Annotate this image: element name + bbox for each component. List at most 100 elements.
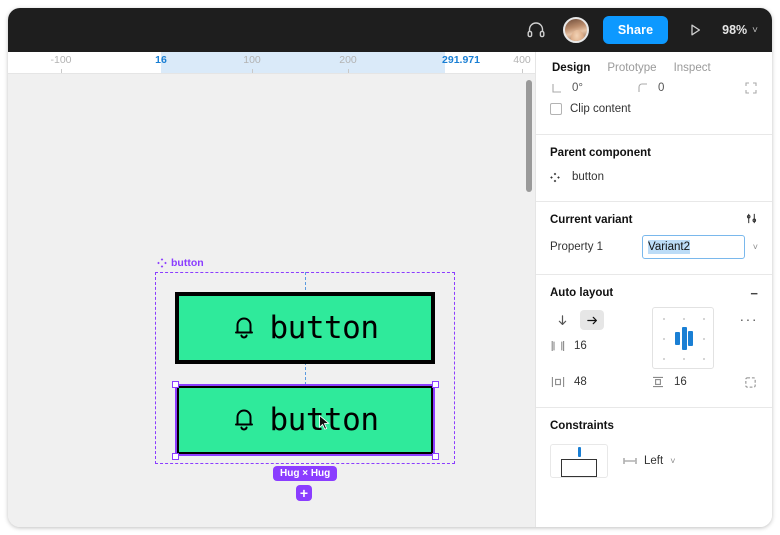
parent-component-section: Parent component button <box>536 135 772 202</box>
corner-radius-icon <box>636 81 650 95</box>
alignment-dot[interactable] <box>703 358 705 360</box>
button-instance-2[interactable]: button <box>175 384 435 456</box>
ruler-tick-label: -100 <box>50 54 72 66</box>
transform-section: 0° 0 Clip content <box>536 78 772 135</box>
horizontal-padding-field[interactable]: 48 <box>550 375 642 389</box>
horizontal-constraint-icon <box>622 455 637 467</box>
add-variant-button[interactable]: + <box>296 485 312 501</box>
variant-property-row: Property 1 Variant2 ˅ <box>550 232 758 262</box>
rotation-icon <box>550 81 564 95</box>
constraints-box <box>561 459 597 477</box>
resize-handle-bottom-left[interactable] <box>171 452 179 460</box>
rotation-value: 0° <box>572 82 583 94</box>
auto-layout-section: Auto layout − 16 ··· 48 16 <box>536 275 772 408</box>
vertical-padding-field[interactable]: 16 <box>650 375 716 389</box>
chevron-down-icon: ˅ <box>670 456 676 466</box>
design-canvas[interactable]: button button b <box>8 74 535 527</box>
zoom-level-label: 98% <box>722 23 748 37</box>
chevron-down-icon: ˅ <box>752 24 758 36</box>
vertical-padding-value: 16 <box>674 376 687 388</box>
chevron-down-icon[interactable]: ˅ <box>753 242 758 252</box>
alignment-indicator-bar <box>688 331 693 346</box>
alignment-dot[interactable] <box>703 338 705 340</box>
gap-field[interactable]: 16 <box>550 333 642 359</box>
current-variant-title: Current variant <box>550 214 633 226</box>
component-frame-label[interactable]: button <box>157 257 204 269</box>
mouse-cursor-icon <box>319 414 330 430</box>
button-instance-1[interactable]: button <box>175 292 435 364</box>
ruler-selection-range <box>161 52 445 73</box>
arrow-right-icon[interactable] <box>580 310 604 330</box>
gap-value: 16 <box>574 340 587 352</box>
tab-inspect[interactable]: Inspect <box>674 62 711 74</box>
vertical-padding-icon <box>650 375 666 389</box>
advanced-layout-button[interactable] <box>742 375 758 389</box>
zoom-control[interactable]: 98% ˅ <box>722 23 758 37</box>
corner-radius-field[interactable]: 0 <box>636 81 716 95</box>
share-button[interactable]: Share <box>602 16 669 44</box>
parent-component-title: Parent component <box>550 147 651 159</box>
clip-content-row[interactable]: Clip content <box>550 96 758 122</box>
alignment-indicator-bar <box>681 327 687 350</box>
constraints-body: Left ˅ <box>550 444 758 478</box>
canvas-vertical-scrollbar[interactable] <box>526 80 532 192</box>
alignment-indicator-bar <box>675 332 680 345</box>
alignment-grid[interactable] <box>652 307 714 369</box>
current-variant-header: Current variant <box>550 208 758 232</box>
component-frame-label-text: button <box>171 257 204 269</box>
alignment-dot[interactable] <box>683 358 685 360</box>
play-icon[interactable] <box>682 17 708 43</box>
horizontal-padding-icon <box>550 375 566 389</box>
tab-prototype[interactable]: Prototype <box>607 62 656 74</box>
right-properties-panel: Design Prototype Inspect 0° 0 Clip conte… <box>535 52 772 527</box>
resize-handle-bottom-right[interactable] <box>431 452 439 460</box>
auto-layout-left-column: 16 <box>550 307 642 359</box>
arrow-down-icon[interactable] <box>550 310 574 330</box>
variant-property-label: Property 1 <box>550 241 604 253</box>
corner-radius-value: 0 <box>658 82 665 94</box>
parent-component-row[interactable]: button <box>550 165 758 189</box>
advanced-layout-icon <box>742 375 758 389</box>
clip-content-checkbox[interactable] <box>550 103 562 115</box>
clip-content-label: Clip content <box>570 103 631 115</box>
rotation-field[interactable]: 0° <box>550 81 636 95</box>
constraints-title: Constraints <box>550 420 614 432</box>
horizontal-ruler[interactable]: -100 16 100 200 291.971 400 <box>8 52 535 74</box>
ruler-tick-mark <box>61 69 62 73</box>
parent-component-name: button <box>572 171 604 183</box>
figma-app-window: Share 98% ˅ -100 16 100 200 291.971 400 butto… <box>0 0 780 535</box>
alignment-dot[interactable] <box>663 358 665 360</box>
auto-layout-more-options[interactable]: ··· <box>740 307 759 327</box>
component-diamond-icon <box>550 172 560 182</box>
resize-handle-top-right[interactable] <box>431 380 439 388</box>
remove-auto-layout-button[interactable]: − <box>750 286 758 301</box>
panel-tabs: Design Prototype Inspect <box>536 52 772 78</box>
top-toolbar: Share 98% ˅ <box>8 8 772 52</box>
resize-mode-badge[interactable]: Hug × Hug <box>273 466 338 481</box>
independent-corners-icon <box>744 81 758 95</box>
horizontal-padding-value: 48 <box>574 376 587 388</box>
alignment-dot[interactable] <box>663 338 665 340</box>
ruler-tick-label: 100 <box>243 54 261 66</box>
variant-settings-icon[interactable] <box>745 212 758 228</box>
ruler-tick-mark <box>348 69 349 73</box>
user-avatar[interactable] <box>562 17 589 43</box>
horizontal-constraint-dropdown[interactable]: Left ˅ <box>622 455 675 467</box>
resize-handle-top-left[interactable] <box>171 380 179 388</box>
tab-design[interactable]: Design <box>552 62 590 74</box>
independent-corners-button[interactable] <box>744 81 758 95</box>
headphones-icon[interactable] <box>523 17 549 43</box>
constraints-widget[interactable] <box>550 444 608 478</box>
auto-layout-header: Auto layout − <box>550 281 758 305</box>
direction-row <box>550 307 642 333</box>
alignment-dot[interactable] <box>663 318 665 320</box>
alignment-dot[interactable] <box>683 318 685 320</box>
constraints-top-marker <box>578 447 581 457</box>
variant-value-input[interactable]: Variant2 <box>642 235 745 259</box>
ruler-tick-label: 200 <box>339 54 357 66</box>
auto-layout-title: Auto layout <box>550 287 614 299</box>
variant-value-text: Variant2 <box>648 240 690 254</box>
padding-row: 48 16 <box>550 369 758 395</box>
alignment-dot[interactable] <box>703 318 705 320</box>
app-window: Share 98% ˅ -100 16 100 200 291.971 400 butto… <box>8 8 772 527</box>
